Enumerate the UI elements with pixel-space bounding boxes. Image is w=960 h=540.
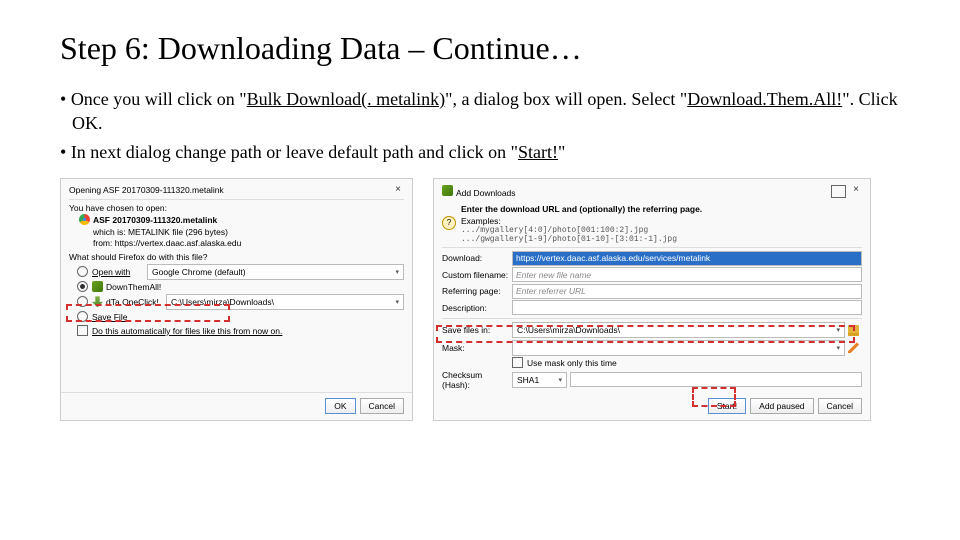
open-with-label: Open with (92, 267, 147, 277)
close-icon[interactable]: × (392, 185, 404, 195)
download-label: Download: (442, 253, 512, 263)
close-icon[interactable]: × (850, 185, 862, 195)
auto-label: Do this automatically for files like thi… (92, 326, 282, 336)
what-label: What should Firefox do with this file? (69, 252, 404, 262)
chrome-icon (79, 214, 90, 225)
add-paused-button[interactable]: Add paused (750, 398, 813, 414)
help-icon: ? (442, 216, 456, 230)
dta-icon (442, 185, 453, 196)
bullet-2: • In next dialog change path or leave de… (60, 140, 900, 164)
ok-button[interactable]: OK (325, 398, 355, 414)
open-file-dialog: Opening ASF 20170309-111320.metalink × Y… (60, 178, 413, 421)
auto-checkbox[interactable] (77, 325, 88, 336)
oneclick-path-select[interactable]: C:\Users\mirza\Downloads\ (166, 294, 404, 310)
file-name: ASF 20170309-111320.metalink (93, 215, 217, 225)
downthemall-label: DownThemAll! (106, 282, 161, 292)
bullet-1: • Once you will click on "Bulk Download(… (60, 87, 900, 136)
cancel-button[interactable]: Cancel (818, 398, 862, 414)
open-with-radio[interactable] (77, 266, 88, 277)
save-in-label: Save files in: (442, 325, 512, 335)
custom-filename-label: Custom filename: (442, 270, 512, 280)
slide-title: Step 6: Downloading Data – Continue… (60, 30, 900, 67)
mask-only-label: Use mask only this time (527, 358, 617, 368)
hash-type-select[interactable]: SHA1 (512, 372, 567, 388)
description-label: Description: (442, 303, 512, 313)
downthemall-radio[interactable] (77, 281, 88, 292)
description-input[interactable] (512, 300, 862, 315)
oneclick-label: dTa OneClick! (106, 297, 166, 307)
cancel-button[interactable]: Cancel (360, 398, 404, 414)
edit-icon[interactable] (848, 342, 859, 353)
maximize-icon[interactable] (831, 185, 846, 198)
add-downloads-dialog: Add Downloads × ? Enter the download URL… (433, 178, 871, 421)
start-button[interactable]: Start! (708, 398, 746, 414)
hash-input[interactable] (570, 372, 862, 387)
choose-label: You have chosen to open: (69, 203, 404, 213)
folder-icon[interactable] (848, 325, 859, 336)
custom-filename-input[interactable]: Enter new file name (512, 267, 862, 282)
referrer-input[interactable]: Enter referrer URL (512, 284, 862, 299)
file-from: from: https://vertex.daac.asf.alaska.edu (69, 238, 404, 248)
save-file-label: Save File (92, 312, 127, 322)
examples-label: Examples: (461, 216, 702, 226)
mask-select[interactable] (512, 340, 845, 356)
referrer-label: Referring page: (442, 286, 512, 296)
oneclick-radio[interactable] (77, 296, 88, 307)
example-1: .../mygallery[4:0]/photo[001:100:2].jpg (461, 226, 702, 235)
header-text: Enter the download URL and (optionally) … (461, 204, 702, 214)
dialog-title: Add Downloads (456, 188, 516, 198)
dta-oneclick-icon (92, 296, 103, 307)
save-path-select[interactable]: C:\Users\mirza\Downloads\ (512, 322, 845, 338)
checksum-label: Checksum (Hash): (442, 370, 512, 390)
dialog-title: Opening ASF 20170309-111320.metalink (69, 185, 224, 195)
open-with-select[interactable]: Google Chrome (default) (147, 264, 404, 280)
download-url-input[interactable]: https://vertex.daac.asf.alaska.edu/servi… (512, 251, 862, 266)
example-2: .../gwgallery[1-9]/photo[01-10]-[3:01:-1… (461, 235, 702, 244)
save-file-radio[interactable] (77, 311, 88, 322)
dta-icon (92, 281, 103, 292)
bullet-list: • Once you will click on "Bulk Download(… (60, 87, 900, 164)
mask-only-checkbox[interactable] (512, 357, 523, 368)
mask-label: Mask: (442, 343, 512, 353)
file-type: which is: METALINK file (296 bytes) (69, 227, 404, 237)
